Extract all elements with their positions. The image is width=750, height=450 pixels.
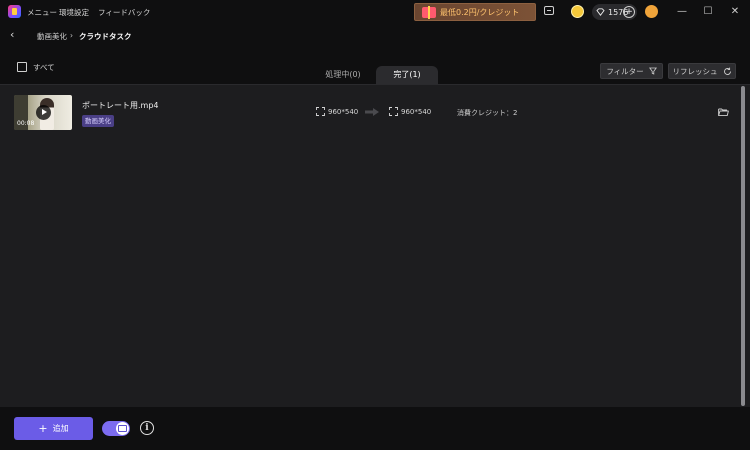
back-icon[interactable]: ‹: [10, 29, 20, 41]
menu-item-feedback[interactable]: フィードバック: [98, 7, 150, 18]
breadcrumb-item-cloud-tasks: クラウドタスク: [79, 32, 132, 41]
close-button[interactable]: ✕: [728, 5, 742, 19]
breadcrumb-item-beautify[interactable]: 動画美化: [37, 31, 67, 42]
app-logo-icon: [8, 5, 21, 18]
filter-label: フィルター: [606, 66, 644, 76]
plus-icon: +: [38, 422, 48, 435]
maximize-button[interactable]: ☐: [701, 5, 715, 19]
video-thumbnail[interactable]: 00:08: [14, 95, 72, 130]
file-name: ポートレート用.mp4: [82, 101, 159, 110]
refresh-label: リフレッシュ: [672, 66, 718, 76]
add-button[interactable]: + 追加: [14, 417, 93, 440]
select-all-checkbox[interactable]: [17, 62, 27, 72]
gift-icon: [422, 5, 436, 19]
email-notify-toggle[interactable]: [102, 421, 130, 436]
resolution-icon: [316, 107, 325, 116]
credits-pill[interactable]: 1576 +: [592, 4, 637, 20]
filter-button[interactable]: フィルター: [600, 63, 663, 79]
menu-item-preferences[interactable]: 環境設定: [59, 7, 89, 18]
breadcrumb: ‹ 動画美化 › クラウドタスク: [0, 24, 750, 46]
breadcrumb-separator: ›: [70, 31, 73, 40]
scrollbar[interactable]: [741, 86, 745, 406]
title-bar: メニュー 環境設定 フィードバック 最低0.2円/クレジット 1576 + — …: [0, 0, 750, 24]
input-resolution: 960*540: [328, 108, 359, 116]
refresh-button[interactable]: リフレッシュ: [668, 63, 736, 79]
task-type-tag: 動画美化: [82, 115, 114, 127]
info-icon[interactable]: i: [140, 421, 154, 435]
mail-icon: [118, 425, 127, 432]
tab-completed[interactable]: 完了(1): [376, 66, 438, 84]
message-icon[interactable]: [543, 5, 555, 17]
filter-icon: [648, 67, 657, 75]
minimize-button[interactable]: —: [675, 5, 689, 19]
coin-icon[interactable]: [571, 5, 584, 18]
task-list: [0, 84, 750, 407]
user-avatar[interactable]: [645, 5, 658, 18]
promo-banner[interactable]: 最低0.2円/クレジット: [414, 3, 536, 21]
menu-item-menu[interactable]: メニュー: [27, 7, 57, 18]
select-all-label: すべて: [33, 63, 55, 72]
add-label: 追加: [52, 424, 69, 433]
video-duration: 00:08: [17, 120, 35, 127]
output-resolution: 960*540: [401, 108, 432, 116]
play-icon[interactable]: [36, 105, 51, 120]
promo-text: 最低0.2円/クレジット: [440, 7, 520, 17]
refresh-icon: [723, 67, 731, 75]
credit-cost: 消費クレジット：2: [457, 109, 518, 117]
arrow-right-icon: [365, 108, 379, 116]
add-credits-icon[interactable]: +: [623, 6, 635, 18]
diamond-icon: [596, 8, 605, 16]
tab-processing[interactable]: 処理中(0): [316, 66, 370, 84]
resolution-icon: [389, 107, 398, 116]
folder-icon[interactable]: [718, 107, 729, 117]
